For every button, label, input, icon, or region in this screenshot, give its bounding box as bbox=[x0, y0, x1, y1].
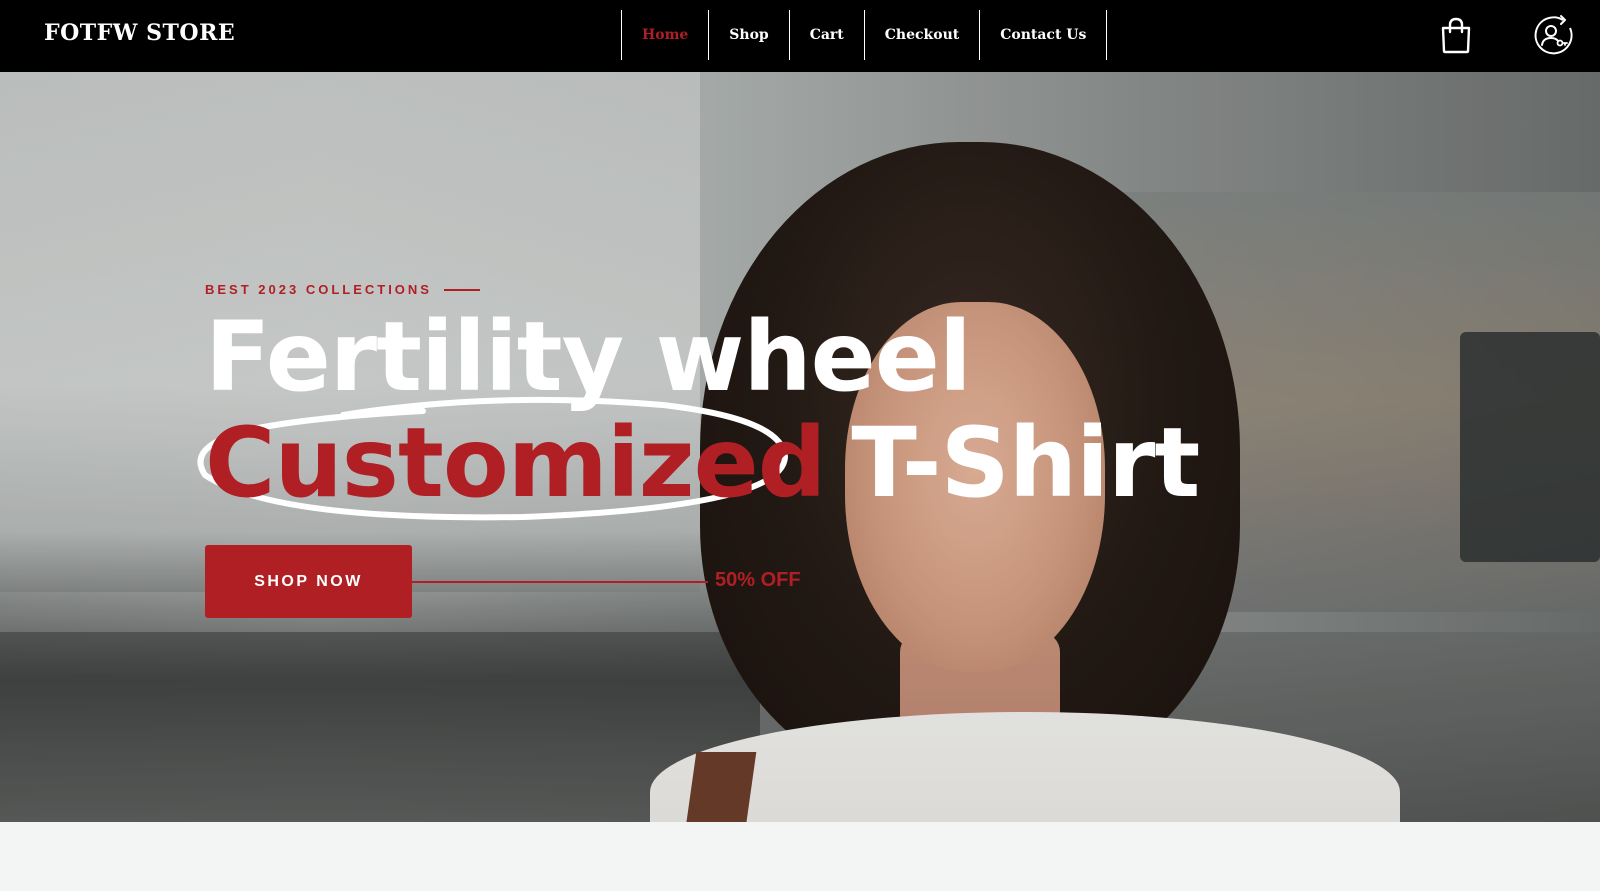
hero-title-line1: Fertility wheel bbox=[205, 301, 972, 413]
hero-eyebrow: BEST 2023 COLLECTIONS bbox=[205, 282, 1165, 297]
hero-cta-row: SHOP NOW 50% OFF bbox=[205, 545, 1165, 619]
hero-title-line2: Customized T-Shirt bbox=[197, 396, 1200, 521]
hero-title-product: T-Shirt bbox=[851, 407, 1200, 519]
hero-banner: BEST 2023 COLLECTIONS Fertility wheel Cu… bbox=[0, 72, 1600, 822]
site-header: FOTFW STORE Home Shop Cart Checkout Cont… bbox=[0, 0, 1600, 72]
shopping-bag-icon[interactable] bbox=[1440, 16, 1472, 54]
main-nav: Home Shop Cart Checkout Contact Us bbox=[621, 10, 1108, 60]
discount-label: 50% OFF bbox=[715, 569, 801, 591]
nav-item-checkout[interactable]: Checkout bbox=[865, 10, 981, 60]
eyebrow-divider bbox=[443, 288, 480, 291]
hero-title-highlight: Customized bbox=[205, 407, 826, 519]
brand-logo[interactable]: FOTFW STORE bbox=[44, 20, 235, 46]
shop-now-button[interactable]: SHOP NOW bbox=[205, 545, 412, 618]
nav-item-home[interactable]: Home bbox=[622, 10, 710, 60]
nav-item-cart[interactable]: Cart bbox=[790, 10, 865, 60]
user-login-icon[interactable] bbox=[1532, 14, 1574, 56]
eyebrow-text: BEST 2023 COLLECTIONS bbox=[205, 282, 432, 297]
nav-item-contact-us[interactable]: Contact Us bbox=[980, 10, 1108, 60]
cta-divider bbox=[412, 581, 708, 583]
next-section bbox=[0, 822, 1600, 891]
hero-content: BEST 2023 COLLECTIONS Fertility wheel Cu… bbox=[197, 282, 1200, 619]
nav-item-shop[interactable]: Shop bbox=[709, 10, 790, 60]
